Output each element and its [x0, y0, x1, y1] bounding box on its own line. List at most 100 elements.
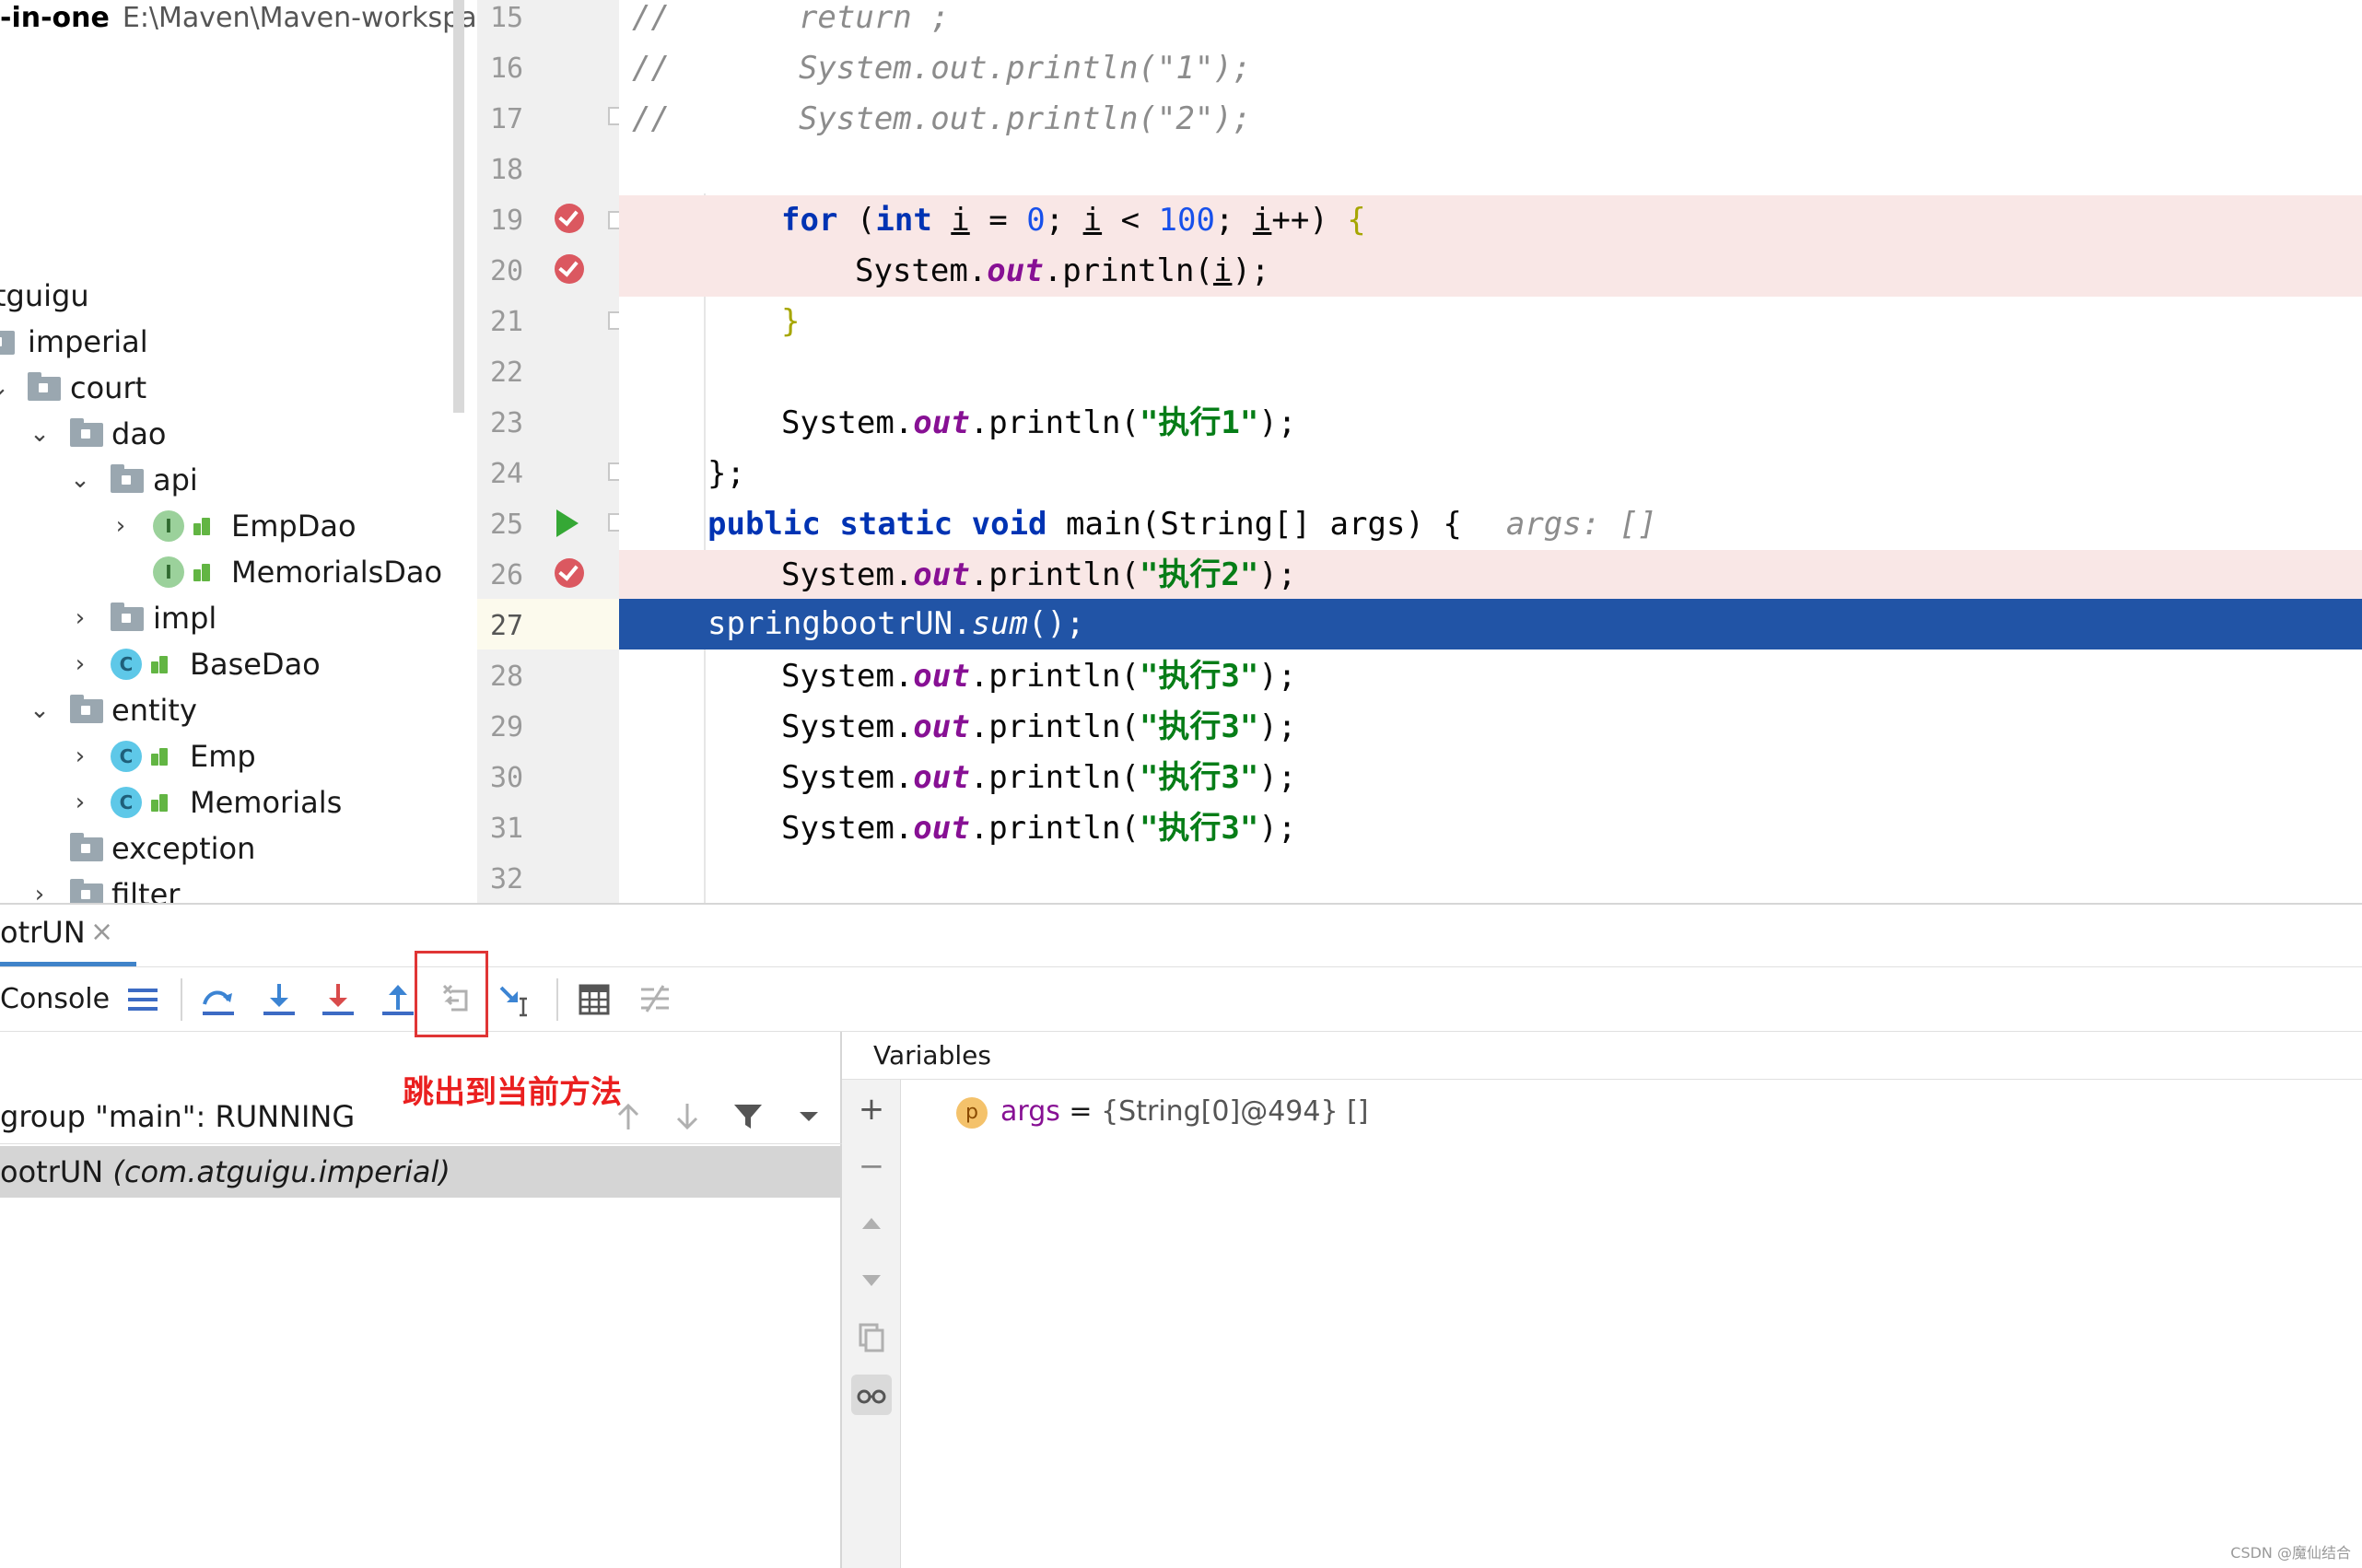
- close-icon[interactable]: ×: [90, 905, 113, 960]
- code-line-31[interactable]: System.out.println("执行3");: [619, 803, 2362, 854]
- console-tab[interactable]: Console: [0, 967, 110, 1032]
- code-token: System.: [855, 252, 988, 289]
- code-editor[interactable]: // return ; // System.out.println("1"); //…: [619, 0, 2362, 903]
- code-token: springbootrUN.: [707, 605, 972, 642]
- trace-stream-icon[interactable]: [636, 980, 674, 1019]
- debug-session-tab[interactable]: otrUN: [0, 905, 86, 960]
- variable-token: i: [1252, 202, 1272, 239]
- code-token: );: [1232, 252, 1270, 289]
- code-line-17[interactable]: // System.out.println("2");: [619, 94, 2362, 145]
- toolbar-separator: [181, 978, 182, 1021]
- step-into-icon[interactable]: [260, 980, 298, 1019]
- variable-row[interactable]: p args = {String[0]@494} []: [956, 1089, 1369, 1135]
- chevron-right-icon[interactable]: ›: [107, 503, 134, 549]
- code-line-30[interactable]: System.out.println("执行3");: [619, 753, 2362, 803]
- tree-item-empdao[interactable]: › I EmpDao: [0, 503, 461, 549]
- chevron-down-icon[interactable]: ⌄: [26, 687, 53, 733]
- brace-token: }: [781, 303, 801, 340]
- tree-item-label: tguigu: [0, 278, 89, 313]
- tree-item-exception[interactable]: exception: [0, 825, 368, 872]
- tree-item-filter[interactable]: › filter: [0, 872, 368, 903]
- remove-watch-icon[interactable]: −: [851, 1146, 892, 1187]
- variables-header: Variables: [842, 1032, 2362, 1080]
- chevron-down-icon[interactable]: ⌄: [66, 457, 94, 503]
- evaluate-expression-icon[interactable]: [575, 980, 614, 1019]
- tree-item-api[interactable]: ⌄ api: [0, 457, 368, 503]
- frames-panel: group "main": RUNNING ootrUN (com.atguig…: [0, 1032, 842, 1568]
- project-tree-panel: -in-one E:\Maven\Maven-workspac tguigu im…: [0, 0, 477, 903]
- step-over-icon[interactable]: [199, 980, 238, 1019]
- tree-item-memorials[interactable]: › C Memorials: [0, 779, 368, 825]
- breakpoint-icon[interactable]: [555, 558, 584, 588]
- code-token: .println(: [969, 658, 1140, 695]
- folder-icon: [70, 833, 103, 861]
- tree-item-court[interactable]: ⌄ court: [0, 365, 368, 411]
- code-token: (: [837, 202, 876, 239]
- move-up-icon[interactable]: [851, 1203, 892, 1244]
- folder-icon: [0, 331, 15, 355]
- chevron-right-icon[interactable]: ›: [66, 595, 94, 641]
- code-line-25[interactable]: public static void main(String[] args) {…: [619, 499, 2362, 550]
- code-line-23[interactable]: System.out.println("执行1");: [619, 398, 2362, 449]
- chevron-down-icon[interactable]: ⌄: [0, 365, 13, 411]
- class-icon: C: [111, 649, 142, 680]
- code-line-26[interactable]: System.out.println("执行2");: [619, 550, 2362, 601]
- filter-icon[interactable]: [731, 1100, 765, 1133]
- tree-item-memorialsdao[interactable]: I MemorialsDao: [0, 549, 461, 595]
- project-scrollbar[interactable]: [453, 0, 464, 413]
- code-line-20[interactable]: System.out.println(i);: [619, 246, 2362, 297]
- code-line-28[interactable]: System.out.println("执行3");: [619, 651, 2362, 702]
- chevron-down-icon[interactable]: [792, 1100, 825, 1133]
- chevron-right-icon[interactable]: ›: [66, 779, 94, 825]
- add-watch-icon[interactable]: +: [851, 1089, 892, 1129]
- code-token: <: [1102, 202, 1159, 239]
- spring-bean-icon: [193, 564, 212, 582]
- step-out-icon[interactable]: [379, 980, 417, 1019]
- stack-frame-selected[interactable]: ootrUN (com.atguigu.imperial): [0, 1146, 842, 1198]
- spring-bean-icon: [193, 518, 212, 536]
- tree-item-imperial[interactable]: imperial: [0, 319, 368, 365]
- code-token: );: [1258, 810, 1297, 847]
- chevron-right-icon[interactable]: ›: [66, 641, 94, 687]
- tree-item-emp[interactable]: › C Emp: [0, 733, 368, 779]
- code-line-16[interactable]: // System.out.println("1");: [619, 43, 2362, 94]
- tree-item-impl[interactable]: › impl: [0, 595, 368, 641]
- line-number: 30: [490, 762, 524, 794]
- parameter-icon: p: [956, 1096, 988, 1129]
- project-name: -in-one: [0, 2, 110, 34]
- code-line-29[interactable]: System.out.println("执行3");: [619, 702, 2362, 753]
- code-token: );: [1258, 556, 1297, 593]
- chevron-down-icon[interactable]: ⌄: [26, 411, 53, 457]
- code-line-27-execution-point[interactable]: springbootrUN.sum();: [619, 599, 2362, 649]
- editor-gutter[interactable]: 15 16 17 18 19 20 21 22 23 24 25 26 27 2…: [477, 0, 626, 903]
- breakpoint-icon[interactable]: [555, 204, 584, 233]
- chevron-right-icon[interactable]: ›: [26, 872, 53, 903]
- tree-item-dao[interactable]: ⌄ dao: [0, 411, 368, 457]
- code-token: =: [969, 202, 1027, 239]
- code-line-21[interactable]: }: [619, 297, 2362, 347]
- code-token: ;: [1214, 202, 1253, 239]
- thread-selector[interactable]: group "main": RUNNING: [0, 1089, 842, 1144]
- code-token: );: [1258, 708, 1297, 745]
- code-line-24[interactable]: };: [619, 449, 2362, 499]
- run-main-icon[interactable]: [556, 509, 579, 537]
- breakpoint-icon[interactable]: [555, 254, 584, 284]
- move-down-icon[interactable]: [851, 1260, 892, 1301]
- code-line-15[interactable]: // return ;: [619, 0, 2362, 43]
- tree-item-label: court: [70, 370, 147, 405]
- threads-list-icon[interactable]: [123, 980, 162, 1019]
- glasses-icon[interactable]: [851, 1375, 892, 1415]
- tree-item-basedao[interactable]: › C BaseDao: [0, 641, 368, 687]
- run-to-cursor-icon[interactable]: [497, 980, 536, 1019]
- arrow-up-icon[interactable]: [612, 1100, 645, 1133]
- chevron-right-icon[interactable]: ›: [66, 733, 94, 779]
- code-line-19[interactable]: for (int i = 0; i < 100; i++) {: [619, 195, 2362, 246]
- force-step-into-icon[interactable]: [319, 980, 357, 1019]
- arrow-down-icon[interactable]: [671, 1100, 704, 1133]
- copy-icon[interactable]: [851, 1317, 892, 1358]
- tree-item-entity[interactable]: ⌄ entity: [0, 687, 368, 733]
- line-number: 28: [490, 661, 524, 693]
- comment-marker: //: [632, 100, 670, 137]
- variable-token: i: [951, 202, 970, 239]
- folder-icon: [28, 372, 61, 401]
